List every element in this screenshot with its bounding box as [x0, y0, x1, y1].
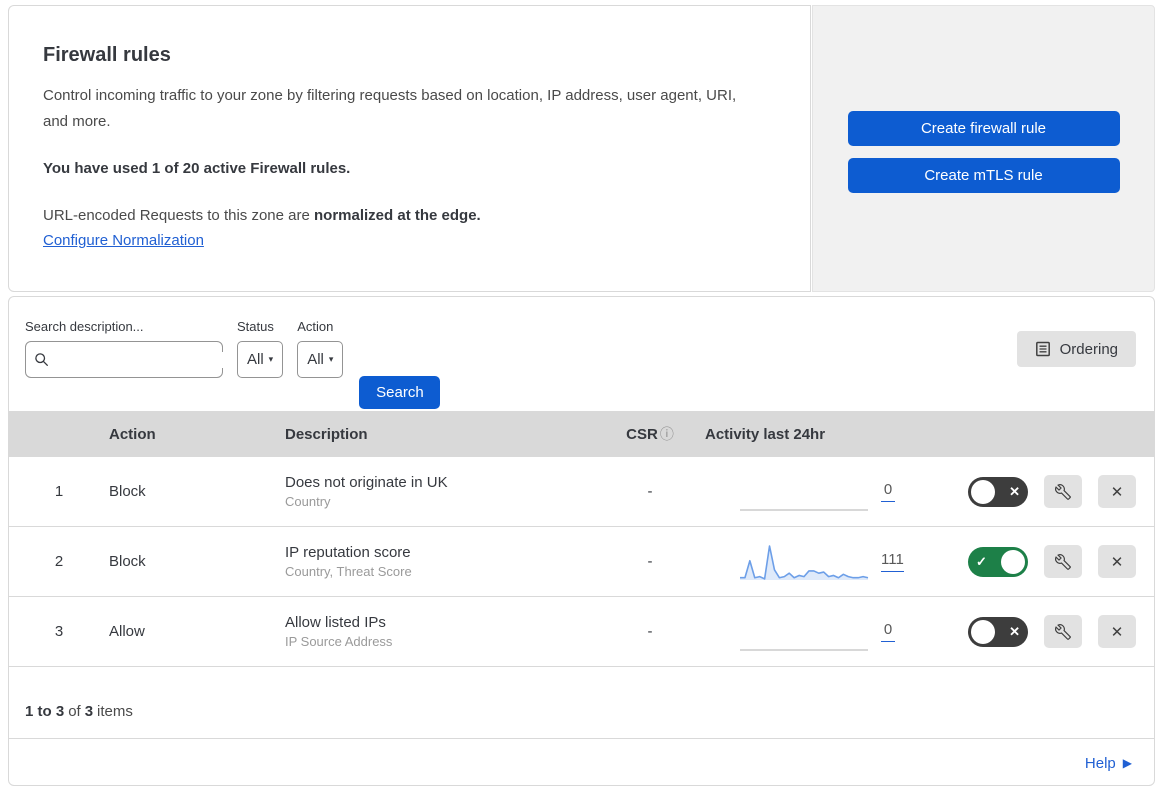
rule-activity-cell: 111 [705, 541, 915, 583]
chevron-down-icon: ▾ [328, 354, 334, 364]
help-bar: Help ▶ [9, 738, 1154, 785]
activity-count-link[interactable]: 111 [881, 551, 904, 572]
items-range: 1 to 3 [25, 703, 65, 720]
firewall-rules-page: Firewall rules Control incoming traffic … [0, 0, 1161, 786]
filter-bar: Search description... Status All ▾ Actio… [9, 297, 1154, 411]
x-icon: ✕ [1110, 553, 1124, 571]
intro-card: Firewall rules Control incoming traffic … [8, 5, 811, 292]
search-button[interactable]: Search [359, 376, 441, 409]
wrench-icon [1055, 483, 1071, 500]
wrench-icon [1055, 623, 1071, 640]
x-icon: ✕ [1009, 623, 1020, 639]
search-box[interactable] [25, 341, 236, 378]
header-action: Action [109, 425, 156, 443]
rules-card: Search description... Status All ▾ Actio… [8, 296, 1155, 786]
delete-rule-button[interactable]: ✕ [1098, 545, 1136, 578]
normalization-text: URL-encoded Requests to this zone are no… [43, 207, 770, 224]
header-csr: CSR ⓘ [626, 426, 674, 443]
rule-csr: - [647, 623, 653, 640]
search-icon [34, 352, 49, 367]
table-row: 3 Allow Allow listed IPs IP Source Addre… [9, 597, 1154, 667]
rule-action: Allow [109, 623, 145, 640]
top-section: Firewall rules Control incoming traffic … [8, 5, 1155, 292]
rule-controls: ✓ ✕ ✕ [915, 615, 1154, 648]
rule-controls: ✓ ✕ ✕ [915, 475, 1154, 508]
activity-sparkline [740, 544, 869, 580]
rule-csr: - [647, 483, 653, 500]
activity-sparkline [740, 648, 868, 651]
rule-fields: IP Source Address [285, 634, 393, 649]
delete-rule-button[interactable]: ✕ [1098, 475, 1136, 508]
status-label: Status [237, 319, 274, 334]
table-header: Action Description CSR ⓘ Activity last 24… [9, 411, 1154, 457]
rule-priority: 2 [54, 553, 64, 570]
enable-toggle[interactable]: ✓ ✕ [968, 616, 1028, 647]
search-filter-group: Search description... [25, 319, 236, 378]
activity-count-link[interactable]: 0 [881, 621, 895, 642]
enable-toggle[interactable]: ✓ ✕ [968, 546, 1028, 577]
delete-rule-button[interactable]: ✕ [1098, 615, 1136, 648]
list-document-icon [1035, 341, 1051, 357]
rule-description: IP reputation score Country, Threat Scor… [285, 544, 595, 579]
edit-rule-button[interactable] [1044, 475, 1082, 508]
activity-sparkline [740, 508, 868, 511]
usage-summary: You have used 1 of 20 active Firewall ru… [43, 160, 351, 177]
ordering-button[interactable]: Ordering [1016, 331, 1136, 367]
edit-rule-button[interactable] [1044, 615, 1082, 648]
rule-activity-cell: 0 [705, 611, 915, 653]
normalization-prefix: URL-encoded Requests to this zone are [43, 207, 314, 224]
check-icon: ✓ [976, 553, 987, 569]
create-mtls-rule-button[interactable]: Create mTLS rule [847, 158, 1120, 193]
table-row: 2 Block IP reputation score Country, Thr… [9, 527, 1154, 597]
rule-fields: Country, Threat Score [285, 564, 412, 579]
action-label: Action [297, 319, 334, 334]
status-dropdown[interactable]: All ▾ [237, 341, 284, 378]
configure-normalization-link[interactable]: Configure Normalization [43, 232, 204, 249]
table-footer: 1 to 3 of 3 items [25, 703, 133, 720]
rule-fields: Country [285, 494, 331, 509]
search-input[interactable] [55, 351, 236, 368]
arrow-right-icon: ▶ [1122, 756, 1132, 770]
search-label: Search description... [25, 319, 144, 334]
status-value: All [247, 351, 264, 368]
help-link[interactable]: Help ▶ [1085, 755, 1132, 772]
action-dropdown[interactable]: All ▾ [297, 341, 344, 378]
chevron-down-icon: ▾ [268, 354, 274, 364]
toggle-knob [971, 619, 995, 644]
ordering-label: Ordering [1059, 340, 1118, 358]
x-icon: ✕ [1110, 623, 1124, 641]
page-title: Firewall rules [43, 44, 171, 66]
page-description: Control incoming traffic to your zone by… [43, 87, 737, 130]
status-filter-group: Status All ▾ [237, 319, 284, 378]
action-value: All [307, 351, 324, 368]
rule-description: Does not originate in UK Country [285, 474, 595, 509]
activity-count-link[interactable]: 0 [881, 481, 895, 502]
x-icon: ✕ [1110, 483, 1124, 501]
rule-activity-cell: 0 [705, 471, 915, 513]
toggle-knob [971, 479, 995, 504]
table-row: 1 Block Does not originate in UK Country… [9, 457, 1154, 527]
items-total: 3 [84, 703, 94, 720]
rule-priority: 3 [54, 623, 64, 640]
header-description: Description [285, 425, 368, 443]
edit-rule-button[interactable] [1044, 545, 1082, 578]
actions-panel: Create firewall rule Create mTLS rule [812, 5, 1155, 292]
create-firewall-rule-button[interactable]: Create firewall rule [847, 111, 1120, 146]
toggle-knob [1001, 549, 1025, 574]
wrench-icon [1055, 553, 1071, 570]
normalization-bold: normalized at the edge. [314, 207, 481, 224]
rules-table: Action Description CSR ⓘ Activity last 24… [9, 411, 1154, 667]
rule-action: Block [109, 483, 146, 500]
action-filter-group: Action All ▾ [297, 319, 344, 378]
rule-action: Block [109, 553, 146, 570]
rule-controls: ✓ ✕ ✕ [915, 545, 1154, 578]
rule-csr: - [647, 553, 653, 570]
header-activity: Activity last 24hr [705, 425, 826, 443]
enable-toggle[interactable]: ✓ ✕ [968, 476, 1028, 507]
rule-description: Allow listed IPs IP Source Address [285, 614, 595, 649]
info-icon[interactable]: ⓘ [660, 426, 674, 442]
rule-priority: 1 [54, 483, 64, 500]
x-icon: ✕ [1009, 483, 1020, 499]
